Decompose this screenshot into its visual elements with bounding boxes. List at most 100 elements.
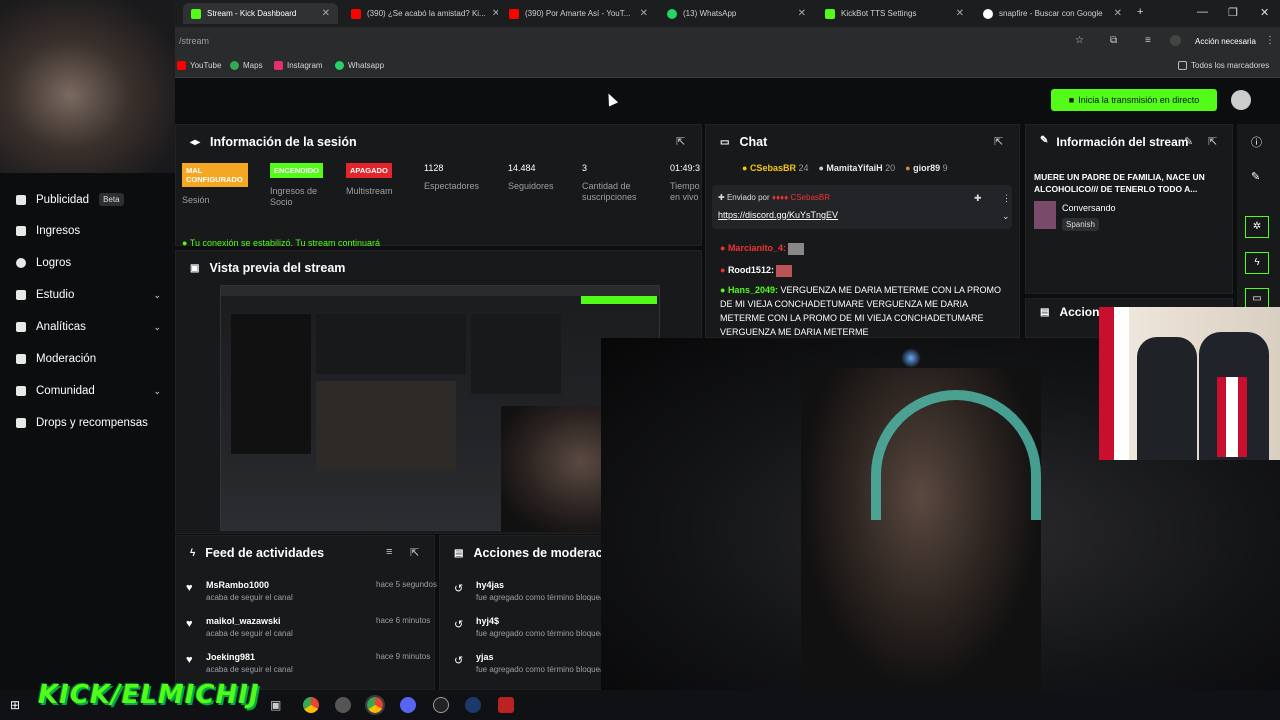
sidebar-item-estudio[interactable]: Estudio ⌄: [16, 289, 161, 301]
more-icon[interactable]: ⋮: [1002, 193, 1011, 204]
url-text[interactable]: /stream: [179, 36, 209, 46]
session-info-panel: ◂▸ Información de la sesión ⇱ MAL CONFIGU…: [175, 124, 702, 247]
stat-session: MAL CONFIGURADO Sesión: [182, 163, 248, 206]
tab-kickbot[interactable]: KickBot TTS Settings ✕: [817, 3, 972, 24]
chat-message[interactable]: ● Rood1512:: [720, 263, 793, 277]
discord-icon[interactable]: [400, 697, 416, 713]
windows-start-icon[interactable]: ⊞: [10, 698, 20, 712]
chevron-down-icon: ⌄: [153, 385, 161, 396]
close-icon[interactable]: ✕: [798, 8, 806, 19]
lightning-icon[interactable]: ϟ: [1245, 252, 1269, 274]
chat-message[interactable]: ● Marcianito_4:: [720, 241, 805, 255]
trophy-icon: [16, 258, 26, 268]
close-icon[interactable]: ✕: [956, 8, 964, 19]
sidebar-item-ingresos[interactable]: Ingresos: [16, 225, 161, 237]
obs-icon[interactable]: [335, 697, 351, 713]
badge-icon: ●: [720, 243, 728, 253]
pin-icon[interactable]: ✚: [974, 193, 982, 204]
badge-icon: ●: [720, 285, 728, 295]
filter-icon[interactable]: ≡: [386, 546, 392, 558]
edit-icon[interactable]: ✎: [1184, 135, 1193, 148]
new-tab-button[interactable]: +: [1137, 6, 1143, 18]
mod-action-item[interactable]: ↺ hy4jas fue agregado como término bloquea…: [454, 580, 608, 602]
stream-info-panel: ✎ Información del stream ✎ ⇱ MUERE UN PAD…: [1025, 124, 1233, 294]
tab-whatsapp[interactable]: (13) WhatsApp ✕: [659, 3, 814, 24]
coin-icon: ●: [905, 163, 914, 173]
info-icon[interactable]: ⓘ: [1251, 134, 1262, 150]
sidebar-item-analiticas[interactable]: Analíticas ⌄: [16, 321, 161, 333]
address-bar[interactable]: /stream ☆ ⧉ ≡ Acción necesaria ⋮: [175, 27, 1280, 55]
steam-icon[interactable]: [465, 697, 481, 713]
sidebar-item-drops[interactable]: Drops y recompensas: [16, 417, 161, 429]
extensions-icon[interactable]: ⧉: [1110, 35, 1117, 46]
tab-kick-dashboard[interactable]: Stream - Kick Dashboard ✕: [183, 3, 338, 24]
close-icon[interactable]: ✕: [640, 8, 648, 19]
task-view-icon[interactable]: ▣: [270, 698, 281, 712]
close-icon[interactable]: ✕: [1114, 8, 1122, 19]
close-window-icon[interactable]: ✕: [1260, 6, 1269, 19]
clip-icon[interactable]: ✲: [1245, 216, 1269, 238]
sidebar-item-logros[interactable]: Logros: [16, 257, 161, 269]
bookmark-instagram[interactable]: Instagram: [274, 61, 323, 70]
chrome-active-icon[interactable]: [365, 695, 385, 715]
category-thumbnail: [1034, 201, 1056, 229]
avatar[interactable]: [1170, 35, 1181, 46]
maximize-icon[interactable]: ❐: [1228, 6, 1238, 19]
undo-icon: ↺: [454, 655, 464, 667]
go-live-button[interactable]: ■ Inicia la transmisión en directo: [1051, 89, 1217, 111]
gifter-1[interactable]: ● CSebasBR 24: [742, 163, 808, 173]
tab-youtube-1[interactable]: (390) ¿Se acabó la amistad? Ki... ✕: [343, 3, 498, 24]
person-left: [1137, 337, 1197, 460]
emote-icon: [776, 264, 793, 277]
edit-icon[interactable]: ✎: [1251, 170, 1260, 183]
star-icon[interactable]: ☆: [1075, 35, 1084, 46]
popout-icon[interactable]: ⇱: [676, 135, 685, 148]
tab-youtube-2[interactable]: (390) Por Amarte Así - YouT... ✕: [501, 3, 656, 24]
close-icon[interactable]: ✕: [492, 8, 498, 19]
mod-action-item[interactable]: ↺ hyj4$ fue agregado como término bloquead…: [454, 616, 608, 638]
popout-icon[interactable]: ⇱: [410, 546, 419, 559]
close-icon[interactable]: ✕: [322, 8, 330, 19]
feed-item[interactable]: ♥ MsRambo1000 acaba de seguir el canal hace…: [186, 580, 437, 602]
gifter-3[interactable]: ● gior89 9: [905, 163, 947, 173]
chevron-down-icon: ⌄: [153, 321, 161, 332]
menu-icon[interactable]: ⋮: [1265, 35, 1275, 46]
dota-icon[interactable]: [498, 697, 514, 713]
bolt-icon: ϟ: [190, 547, 196, 559]
pinned-link[interactable]: https://discord.gg/KuYsTngEV: [718, 210, 838, 220]
chat-message[interactable]: ● Hans_2049: VERGUENZA ME DARIA METERME …: [720, 283, 1010, 337]
sidebar-item-publicidad[interactable]: Publicidad Beta: [16, 193, 161, 206]
tab-google[interactable]: snapfire - Buscar con Google ✕: [975, 3, 1130, 24]
google-icon: [983, 8, 993, 19]
community-icon: [16, 386, 26, 396]
whatsapp-icon: [667, 8, 677, 19]
popout-icon[interactable]: ⇱: [994, 135, 1003, 148]
gifter-2[interactable]: ● MamitaYifaiH 20: [818, 163, 895, 173]
bookmark-whatsapp[interactable]: Whatsapp: [335, 61, 384, 70]
pinned-message[interactable]: ✚ Enviado por ♦♦♦♦ CSebasBR https://disc…: [712, 185, 1012, 229]
stream-preview-video[interactable]: [220, 285, 661, 532]
feed-item[interactable]: ♥ maikol_wazawski acaba de seguir el canal…: [186, 616, 430, 638]
heart-icon: ♥: [186, 618, 193, 630]
flag-shape: [1099, 307, 1129, 460]
stat-partner-revenue: ENCENDIDO Ingresos de Socio: [270, 163, 330, 208]
media-icon[interactable]: ≡: [1145, 35, 1151, 46]
popout-icon[interactable]: ⇱: [1208, 135, 1217, 148]
bookmark-maps[interactable]: Maps: [230, 61, 263, 70]
all-bookmarks[interactable]: Todos los marcadores: [1178, 61, 1269, 70]
chevron-down-icon: ⌄: [153, 289, 161, 300]
chevron-down-icon[interactable]: ⌄: [1002, 211, 1010, 222]
sidebar-item-moderacion[interactable]: Moderación: [16, 353, 161, 365]
hammer-icon: ▤: [1040, 306, 1050, 318]
app-icon[interactable]: [433, 697, 449, 713]
mod-action-item[interactable]: ↺ yjas fue agregado como término bloqueado: [454, 652, 608, 674]
sidebar-item-comunidad[interactable]: Comunidad ⌄: [16, 385, 161, 397]
hammer-icon: ▤: [454, 547, 464, 559]
chrome-icon[interactable]: [303, 697, 319, 713]
feed-item[interactable]: ♥ Joeking981 acaba de seguir el canal hace …: [186, 652, 430, 674]
action-needed-button[interactable]: Acción necesaria: [1195, 37, 1256, 46]
minimize-icon[interactable]: —: [1197, 6, 1208, 18]
avatar[interactable]: [1231, 90, 1251, 110]
pin-icon: ✚: [718, 193, 727, 202]
bookmark-youtube[interactable]: YouTube: [177, 61, 221, 70]
